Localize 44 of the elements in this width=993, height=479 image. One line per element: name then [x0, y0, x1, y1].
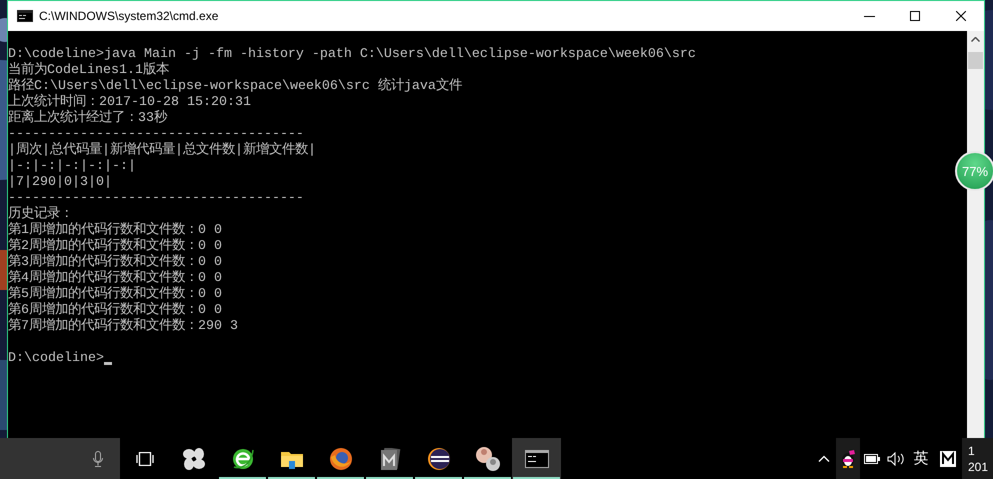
clock-text[interactable]: 201	[968, 458, 988, 474]
console-line: 上次统计时间：2017-10-28 15:20:31	[8, 95, 251, 110]
console-line: 第2周增加的代码行数和文件数：0 0	[8, 239, 222, 254]
console-line: 历史记录：	[8, 207, 73, 222]
window-title: C:\WINDOWS\system32\cmd.exe	[39, 9, 218, 23]
console-line: -------------------------------------	[8, 127, 304, 142]
caret-icon	[818, 455, 830, 462]
command-prompt: D:\codeline>	[8, 351, 104, 367]
console-line: 距离上次统计经过了：33秒	[8, 111, 167, 127]
console-line: D:\codeline>java Main -j -fm -history -path C:\Users\dell\eclipse-workspace\week06\src	[8, 47, 696, 62]
avatar-icon	[474, 446, 500, 472]
scrollbar-thumb[interactable]	[968, 52, 983, 69]
microphone-icon[interactable]	[93, 450, 103, 466]
console-line: 第5周增加的代码行数和文件数：0 0	[8, 287, 222, 302]
speaker-icon	[887, 452, 905, 466]
terminal-icon	[524, 450, 548, 468]
console-line: 路径C:\Users\dell\eclipse-workspace\week06\src 统计java文件	[8, 79, 462, 94]
console-line: |7|290|0|3|0|	[8, 175, 112, 191]
task-view-icon	[136, 452, 154, 466]
documents-icon	[378, 448, 400, 470]
console-line: 当前为CodeLines1.1版本	[8, 63, 169, 78]
taskbar-button[interactable]	[512, 438, 561, 479]
console-line: 第1周增加的代码行数和文件数：0 0	[8, 223, 222, 238]
penguin-icon	[840, 450, 856, 468]
tray-button[interactable]	[836, 438, 860, 479]
scroll-up-icon[interactable]	[971, 37, 980, 42]
maximize-icon	[910, 11, 920, 21]
close-icon	[956, 11, 966, 21]
browser-icon	[230, 446, 254, 470]
console-line: 第6周增加的代码行数和文件数：0 0	[8, 303, 222, 318]
terminal-icon	[17, 10, 33, 22]
console-line: 第3周增加的代码行数和文件数：0 0	[8, 255, 222, 270]
globe-icon	[328, 446, 352, 470]
ime-icon	[940, 450, 956, 466]
console-line: |周次|总代码量|新增代码量|总文件数|新增文件数|	[8, 143, 316, 159]
console-line: 第7周增加的代码行数和文件数：290 3	[8, 319, 238, 335]
battery-icon	[864, 454, 880, 464]
console-line: -------------------------------------	[8, 191, 304, 206]
console-line: 第4周增加的代码行数和文件数：0 0	[8, 271, 222, 286]
console-line: |-:|-:|-:|-:|-:|	[8, 159, 136, 175]
input-language-button[interactable]: 英	[908, 438, 934, 479]
striped-circle-icon	[426, 446, 450, 470]
pinwheel-icon	[182, 448, 204, 470]
clock-text[interactable]: 1	[968, 442, 975, 458]
